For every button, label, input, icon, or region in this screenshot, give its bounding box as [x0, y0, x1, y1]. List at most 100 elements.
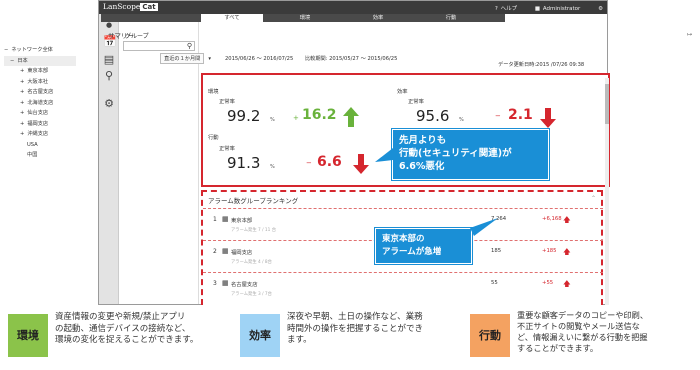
tree-item[interactable]: 中国 [4, 150, 94, 161]
legend-line: 時間外の操作を把握することができ [287, 323, 424, 334]
legend-text: 資産情報の変更や新規/禁止アプリ の起動、通信デバイスの接続など、 環境の変化を… [55, 312, 198, 347]
help-link[interactable]: ? ヘルプ [495, 6, 517, 12]
tab-behavior[interactable]: 行動 [420, 14, 482, 22]
app-logo: LanScope Cat [103, 2, 158, 11]
legend-line: 重要な顧客データのコピーや印刷、 [517, 310, 649, 320]
legend-environment: 環境 資産情報の変更や新規/禁止アプリ の起動、通信デバイスの接続など、 環境の… [8, 309, 240, 364]
tree-item[interactable]: + 福岡支店 [4, 119, 94, 130]
tab-environment[interactable]: 環境 [274, 14, 336, 22]
expand-icon[interactable]: + [20, 79, 24, 85]
scrollbar-thumb[interactable] [605, 84, 609, 124]
alarm-count: 55 [491, 280, 498, 286]
tree-item-label: USA [27, 141, 38, 148]
alarm-delta: +55 [542, 280, 554, 286]
logo-text: LanScope [103, 2, 141, 11]
up-arrow-icon: 🡅 [563, 279, 571, 288]
tree-item[interactable]: + 東京本部 [4, 66, 94, 77]
alarm-delta: +6,168 [542, 216, 562, 222]
ranking-title: アラーム数グループランキング [208, 197, 299, 205]
group-name: 名古屋支店 [231, 282, 258, 288]
chevron-up-icon[interactable]: ⌃ [591, 195, 596, 202]
legend-line: 深夜や早朝、土日の操作など、業務 [287, 312, 423, 322]
top-bar: LanScope Cat ? ヘルプ ■ Administrator ⚙ [99, 1, 607, 14]
logo-badge: Cat [140, 3, 158, 11]
legend-badge: 効率 [240, 314, 280, 357]
tree-item[interactable]: USA [4, 140, 94, 151]
callout-pointer [470, 218, 498, 236]
chevron-down-icon[interactable]: ▾ [208, 56, 215, 62]
user-menu[interactable]: ■ Administrator [535, 6, 580, 12]
tree-item[interactable]: + 名古屋支店 [4, 87, 94, 98]
rank-number: 3 [213, 280, 217, 287]
kpi-value: 91.3 [227, 154, 261, 172]
expand-icon[interactable]: + [20, 89, 24, 95]
rank-number: 2 [213, 248, 217, 255]
expand-icon[interactable]: + [20, 110, 24, 116]
period-select[interactable]: 直近の１か月間 [160, 53, 205, 64]
gear-icon[interactable]: ⚙ [103, 98, 115, 110]
tree-item[interactable]: + 沖縄支店 [4, 129, 94, 140]
tree-item-label: 北海道支店 [27, 99, 54, 106]
tree-item[interactable]: + 大阪本社 [4, 77, 94, 88]
tree-item[interactable]: + 仙台支店 [4, 108, 94, 119]
kpi-delta: 16.2 [302, 107, 337, 123]
callout-line: 東京本部の [382, 234, 425, 244]
alarm-subtext: アラーム発生 7 / 11 台 [231, 228, 277, 233]
document-icon[interactable]: ▤ [103, 54, 115, 66]
kpi-label: 効率 [397, 89, 408, 95]
page-title: サマリー [108, 32, 134, 40]
search-icon: ⚲ [186, 42, 192, 50]
callout-line: 先月よりも [399, 135, 447, 146]
tree-item-label: 大阪本社 [27, 78, 49, 85]
kpi-delta: 2.1 [508, 107, 533, 123]
callout-line: 6.6%悪化 [399, 161, 445, 172]
legend-badge: 行動 [470, 314, 510, 357]
tree-item[interactable]: + 北海道支店 [4, 98, 94, 109]
kpi-label: 環境 [208, 89, 219, 95]
kpi-value: 95.6 [416, 107, 450, 125]
kpi-unit: % [459, 117, 464, 123]
behavior-callout: 先月よりも 行動(セキュリティ関連)が 6.6%悪化 [392, 129, 549, 180]
expand-icon[interactable]: + [20, 68, 24, 74]
kpi-delta-sign: − [495, 112, 501, 120]
tab-all[interactable]: すべて [201, 14, 263, 22]
user-label: Administrator [542, 6, 581, 12]
export-icon[interactable]: ↦ [687, 31, 692, 38]
kpi-sublabel: 正常率 [219, 146, 235, 152]
group-name: 東京本部 [231, 218, 253, 224]
building-icon: ▦ [222, 279, 229, 287]
tree-item-label: 沖縄支店 [27, 131, 49, 137]
tab-efficiency[interactable]: 効率 [347, 14, 409, 22]
tree-item-label: ネットワーク全体 [11, 47, 53, 53]
settings-icon[interactable]: ⚙ [598, 6, 603, 12]
tree-item[interactable]: − ネットワーク全体 [4, 45, 94, 56]
collapse-icon[interactable]: − [10, 58, 14, 64]
expand-icon[interactable]: + [20, 131, 24, 137]
up-arrow-icon [343, 107, 359, 127]
kpi-value: 99.2 [227, 107, 261, 125]
up-arrow-icon: 🡅 [563, 215, 571, 224]
tree-item-label: 仙台支店 [27, 110, 49, 116]
kpi-sublabel: 正常率 [219, 99, 235, 105]
collapse-icon[interactable]: − [4, 47, 8, 53]
down-arrow-icon [540, 108, 556, 128]
building-icon: ▦ [222, 247, 229, 255]
tree-item-label: 中国 [27, 152, 38, 158]
legend-line: 不正サイトの閲覧やメール送信な [517, 321, 640, 331]
tree-item[interactable]: − 日本 [4, 55, 76, 66]
tree-item-label: 東京本部 [27, 68, 49, 74]
ranking-row[interactable]: 3 ▦ 名古屋支店 アラーム発生 3 / 7台 55 +55 🡅 [203, 272, 603, 304]
kpi-unit: % [270, 164, 275, 170]
expand-icon[interactable]: + [20, 100, 24, 106]
group-tree: − ネットワーク全体 − 日本 + 東京本部 + 大阪本社 + 名古屋支店 + 北海道支店 + 仙台支店 +… [4, 45, 94, 161]
kpi-sublabel: 正常率 [408, 99, 424, 105]
search-icon[interactable]: ⚲ [103, 70, 115, 82]
callout-line: 行動(セキュリティ関連)が [399, 148, 512, 159]
tree-item-label: 名古屋支店 [27, 89, 54, 95]
down-arrow-icon [353, 154, 369, 174]
scrollbar[interactable] [605, 78, 609, 305]
callout-line: アラームが急増 [382, 247, 442, 257]
group-search-input[interactable]: ⚲ [123, 41, 195, 51]
expand-icon[interactable]: + [20, 121, 24, 127]
alarm-callout: 東京本部の アラームが急増 [375, 228, 472, 264]
